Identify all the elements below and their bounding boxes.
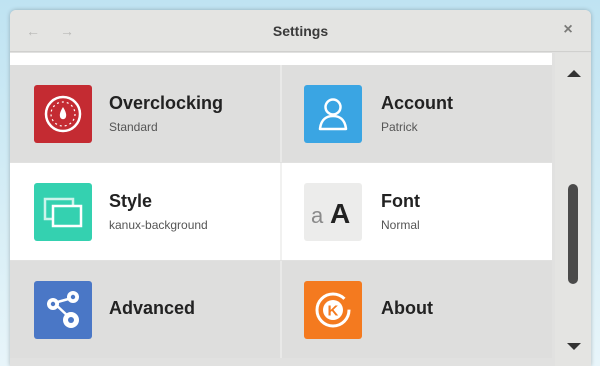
- item-subtitle: Standard: [109, 120, 158, 134]
- vertical-scrollbar[interactable]: [555, 53, 591, 366]
- settings-item-about[interactable]: K About: [282, 261, 552, 358]
- item-subtitle: Normal: [381, 218, 420, 232]
- item-label: Font: [381, 191, 420, 211]
- settings-grid: Overclocking Standard Account Patrick St…: [10, 53, 552, 366]
- settings-item-advanced[interactable]: Advanced: [10, 261, 280, 358]
- item-label: Account: [381, 93, 453, 113]
- settings-window: ← → Settings × Overclocking Standard Acc…: [10, 10, 591, 366]
- item-label: Overclocking: [109, 93, 224, 113]
- item-subtitle: kanux-background: [109, 218, 208, 232]
- gears-icon: [34, 281, 92, 339]
- item-subtitle: Patrick: [381, 120, 418, 134]
- settings-item-account[interactable]: Account Patrick: [282, 65, 552, 162]
- item-label: About: [381, 298, 433, 318]
- window-title: Settings: [272, 23, 329, 39]
- close-icon[interactable]: ×: [559, 21, 577, 39]
- scroll-fade-strip: [10, 53, 552, 65]
- svg-text:a: a: [311, 203, 324, 228]
- item-label: Style: [109, 191, 153, 211]
- scroll-up-arrow-icon[interactable]: [567, 70, 581, 77]
- svg-text:K: K: [328, 303, 339, 320]
- windows-icon: [34, 183, 92, 241]
- settings-row: Advanced K About: [10, 261, 552, 358]
- item-label: Advanced: [109, 298, 196, 318]
- settings-item-style[interactable]: Style kanux-background: [10, 163, 280, 260]
- settings-item-overclocking[interactable]: Overclocking Standard: [10, 65, 280, 162]
- settings-row: Overclocking Standard Account Patrick: [10, 65, 552, 162]
- svg-text:A: A: [330, 198, 350, 229]
- scrollbar-thumb[interactable]: [568, 184, 578, 284]
- settings-row: Style kanux-background a A Font Normal: [10, 163, 552, 260]
- speedometer-icon: [34, 85, 92, 143]
- title-bar: ← → Settings ×: [10, 10, 591, 52]
- scroll-down-arrow-icon[interactable]: [567, 343, 581, 350]
- user-icon: [304, 85, 362, 143]
- font-size-icon: a A: [304, 183, 362, 241]
- settings-item-font[interactable]: a A Font Normal: [282, 163, 552, 260]
- kano-logo-icon: K: [304, 281, 362, 339]
